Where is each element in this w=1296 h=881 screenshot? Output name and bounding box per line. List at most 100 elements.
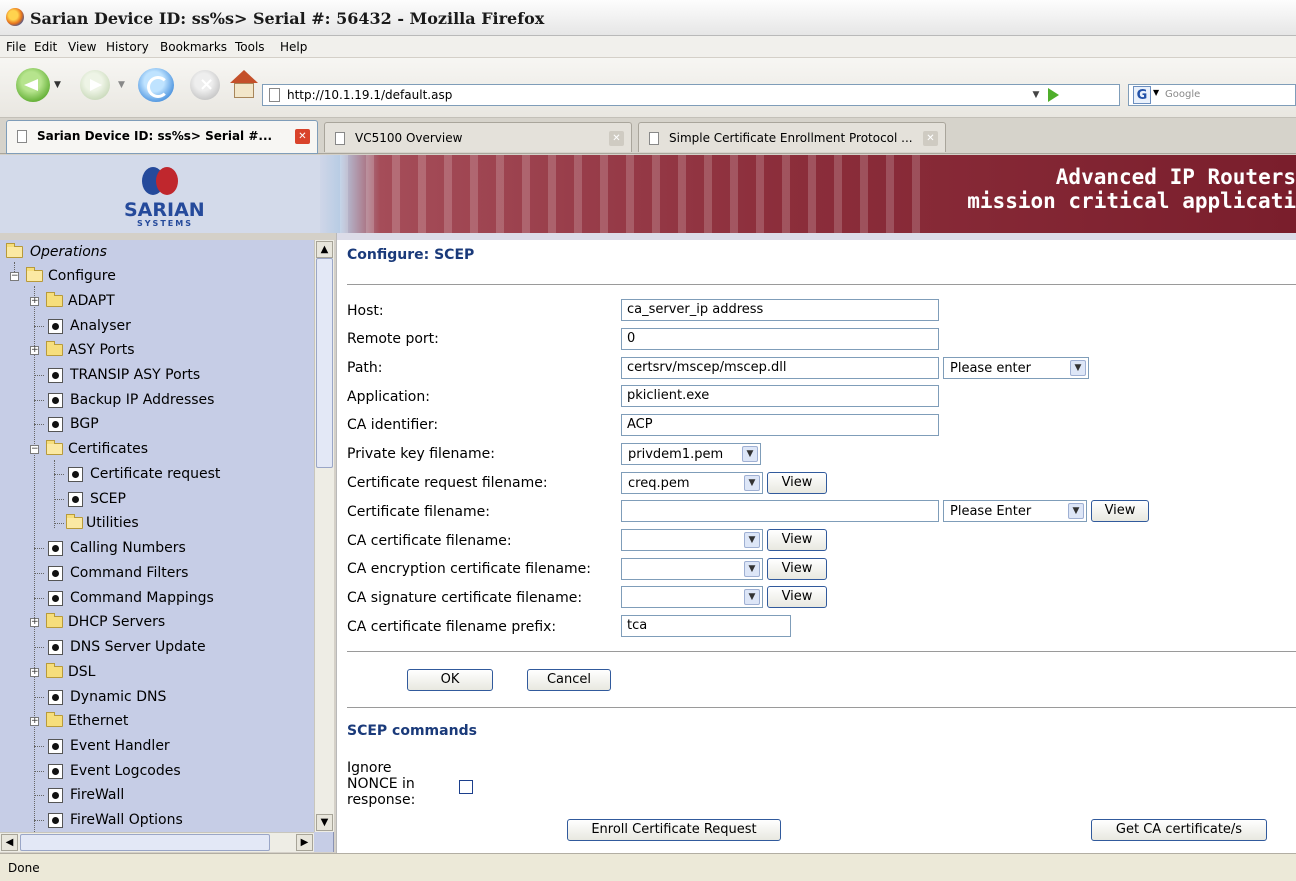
page-icon	[48, 764, 63, 779]
tree-label: SCEP	[90, 491, 126, 507]
remote-port-input[interactable]: 0	[621, 328, 939, 350]
path-select[interactable]: Please enter ▼	[943, 357, 1089, 379]
search-box[interactable]: G ▼ Google	[1128, 84, 1296, 106]
content-top-strip	[337, 233, 1296, 240]
search-placeholder[interactable]: Google	[1165, 89, 1200, 100]
tree-label: Event Handler	[70, 738, 170, 754]
view-certificate-button[interactable]: View	[1091, 500, 1149, 522]
sidebar-horizontal-scrollbar[interactable]: ◀ ▶	[0, 832, 314, 852]
view-ca-enc-cert-button[interactable]: View	[767, 558, 827, 580]
back-button[interactable]	[16, 68, 50, 102]
scroll-right-icon[interactable]: ▶	[296, 834, 313, 851]
ca-cert-prefix-input[interactable]: tca	[621, 615, 791, 637]
ca-cert-label: CA certificate filename:	[347, 533, 512, 549]
ignore-nonce-checkbox[interactable]	[459, 780, 473, 794]
expand-icon[interactable]: +	[30, 346, 39, 355]
forward-button[interactable]	[80, 70, 110, 100]
scroll-left-icon[interactable]: ◀	[1, 834, 18, 851]
ca-cert-select[interactable]: ▼	[621, 529, 763, 551]
view-ca-cert-button[interactable]: View	[767, 529, 827, 551]
ignore-nonce-label: Ignore NONCE in response:	[347, 760, 416, 808]
page-icon	[269, 88, 280, 102]
menu-history[interactable]: History	[106, 40, 149, 54]
expand-icon[interactable]: +	[30, 618, 39, 627]
application-label: Application:	[347, 389, 430, 405]
host-input[interactable]: ca_server_ip address	[621, 299, 939, 321]
chevron-down-icon[interactable]: ▼	[744, 532, 760, 548]
scroll-down-icon[interactable]: ▼	[316, 814, 333, 831]
get-ca-certificates-button[interactable]: Get CA certificate/s	[1091, 819, 1267, 841]
expand-icon[interactable]: +	[30, 297, 39, 306]
tree-label: Backup IP Addresses	[70, 392, 215, 408]
expand-icon[interactable]: +	[30, 668, 39, 677]
window-title: Sarian Device ID: ss%s> Serial #: 56432 …	[30, 9, 545, 28]
home-button[interactable]	[230, 70, 258, 100]
collapse-icon[interactable]: −	[10, 272, 19, 281]
close-tab-icon[interactable]: ✕	[923, 131, 938, 146]
logo-text: SARIAN	[124, 199, 205, 221]
ok-button[interactable]: OK	[407, 669, 493, 691]
logo-area: SARIAN SYSTEMS	[0, 155, 320, 233]
firefox-icon	[6, 8, 24, 26]
page-icon	[48, 739, 63, 754]
scroll-thumb[interactable]	[20, 834, 270, 851]
search-engine-icon[interactable]: G	[1133, 86, 1151, 104]
chevron-down-icon[interactable]: ▼	[742, 446, 758, 462]
private-key-select[interactable]: privdem1.pem ▼	[621, 443, 761, 465]
page-icon	[48, 541, 63, 556]
view-cert-request-button[interactable]: View	[767, 472, 827, 494]
menu-tools[interactable]: Tools	[235, 40, 265, 54]
tab-label: Sarian Device ID: ss%s> Serial #...	[37, 129, 273, 143]
path-input[interactable]: certsrv/mscep/mscep.dll	[621, 357, 939, 379]
folder-icon	[46, 613, 63, 628]
forward-history-dropdown-icon[interactable]: ▼	[118, 80, 125, 90]
folder-icon	[46, 663, 63, 678]
tab-bar: Sarian Device ID: ss%s> Serial #... ✕ VC…	[0, 118, 1296, 154]
scroll-up-icon[interactable]: ▲	[316, 241, 333, 258]
url-text[interactable]: http://10.1.19.1/default.asp	[287, 88, 452, 102]
tree-label: Analyser	[70, 318, 131, 334]
chevron-down-icon[interactable]: ▼	[744, 589, 760, 605]
tab-vc5100-overview[interactable]: VC5100 Overview ✕	[324, 122, 632, 152]
chevron-down-icon[interactable]: ▼	[744, 561, 760, 577]
menu-file[interactable]: File	[6, 40, 26, 54]
view-ca-sig-cert-button[interactable]: View	[767, 586, 827, 608]
chevron-down-icon[interactable]: ▼	[1068, 503, 1084, 519]
tree-label: ADAPT	[68, 293, 115, 309]
enroll-certificate-request-button[interactable]: Enroll Certificate Request	[567, 819, 781, 841]
chevron-down-icon[interactable]: ▼	[1070, 360, 1086, 376]
tab-scep[interactable]: Simple Certificate Enrollment Protocol .…	[638, 122, 946, 152]
ca-enc-cert-select[interactable]: ▼	[621, 558, 763, 580]
tab-label: VC5100 Overview	[355, 131, 463, 145]
collapse-icon[interactable]: −	[30, 445, 39, 454]
ca-sig-cert-select[interactable]: ▼	[621, 586, 763, 608]
url-history-dropdown-icon[interactable]: ▼	[1026, 84, 1046, 106]
chevron-down-icon[interactable]: ▼	[744, 475, 760, 491]
close-tab-icon[interactable]: ✕	[609, 131, 624, 146]
menu-view[interactable]: View	[68, 40, 96, 54]
cert-request-select[interactable]: creq.pem ▼	[621, 472, 763, 494]
application-input[interactable]: pkiclient.exe	[621, 385, 939, 407]
home-icon	[230, 70, 258, 83]
tab-sarian-device[interactable]: Sarian Device ID: ss%s> Serial #... ✕	[6, 120, 318, 154]
sidebar-vertical-scrollbar[interactable]: ▲ ▼	[314, 240, 334, 832]
host-label: Host:	[347, 303, 384, 319]
cancel-button[interactable]: Cancel	[527, 669, 611, 691]
go-button[interactable]	[1048, 88, 1059, 102]
reload-button[interactable]	[138, 68, 174, 102]
menu-help[interactable]: Help	[280, 40, 307, 54]
close-tab-icon[interactable]: ✕	[295, 129, 310, 144]
menu-edit[interactable]: Edit	[34, 40, 57, 54]
folder-icon	[46, 341, 63, 356]
back-history-dropdown-icon[interactable]: ▼	[54, 80, 61, 90]
ca-identifier-input[interactable]: ACP	[621, 414, 939, 436]
search-engine-dropdown-icon[interactable]: ▼	[1153, 88, 1159, 97]
tree-label: Configure	[48, 268, 116, 284]
certificate-select[interactable]: Please Enter ▼	[943, 500, 1087, 522]
url-bar[interactable]: http://10.1.19.1/default.asp	[262, 84, 1120, 106]
expand-icon[interactable]: +	[30, 717, 39, 726]
scroll-thumb[interactable]	[316, 258, 333, 468]
stop-button[interactable]	[190, 70, 220, 100]
menu-bookmarks[interactable]: Bookmarks	[160, 40, 227, 54]
certificate-input[interactable]	[621, 500, 939, 522]
